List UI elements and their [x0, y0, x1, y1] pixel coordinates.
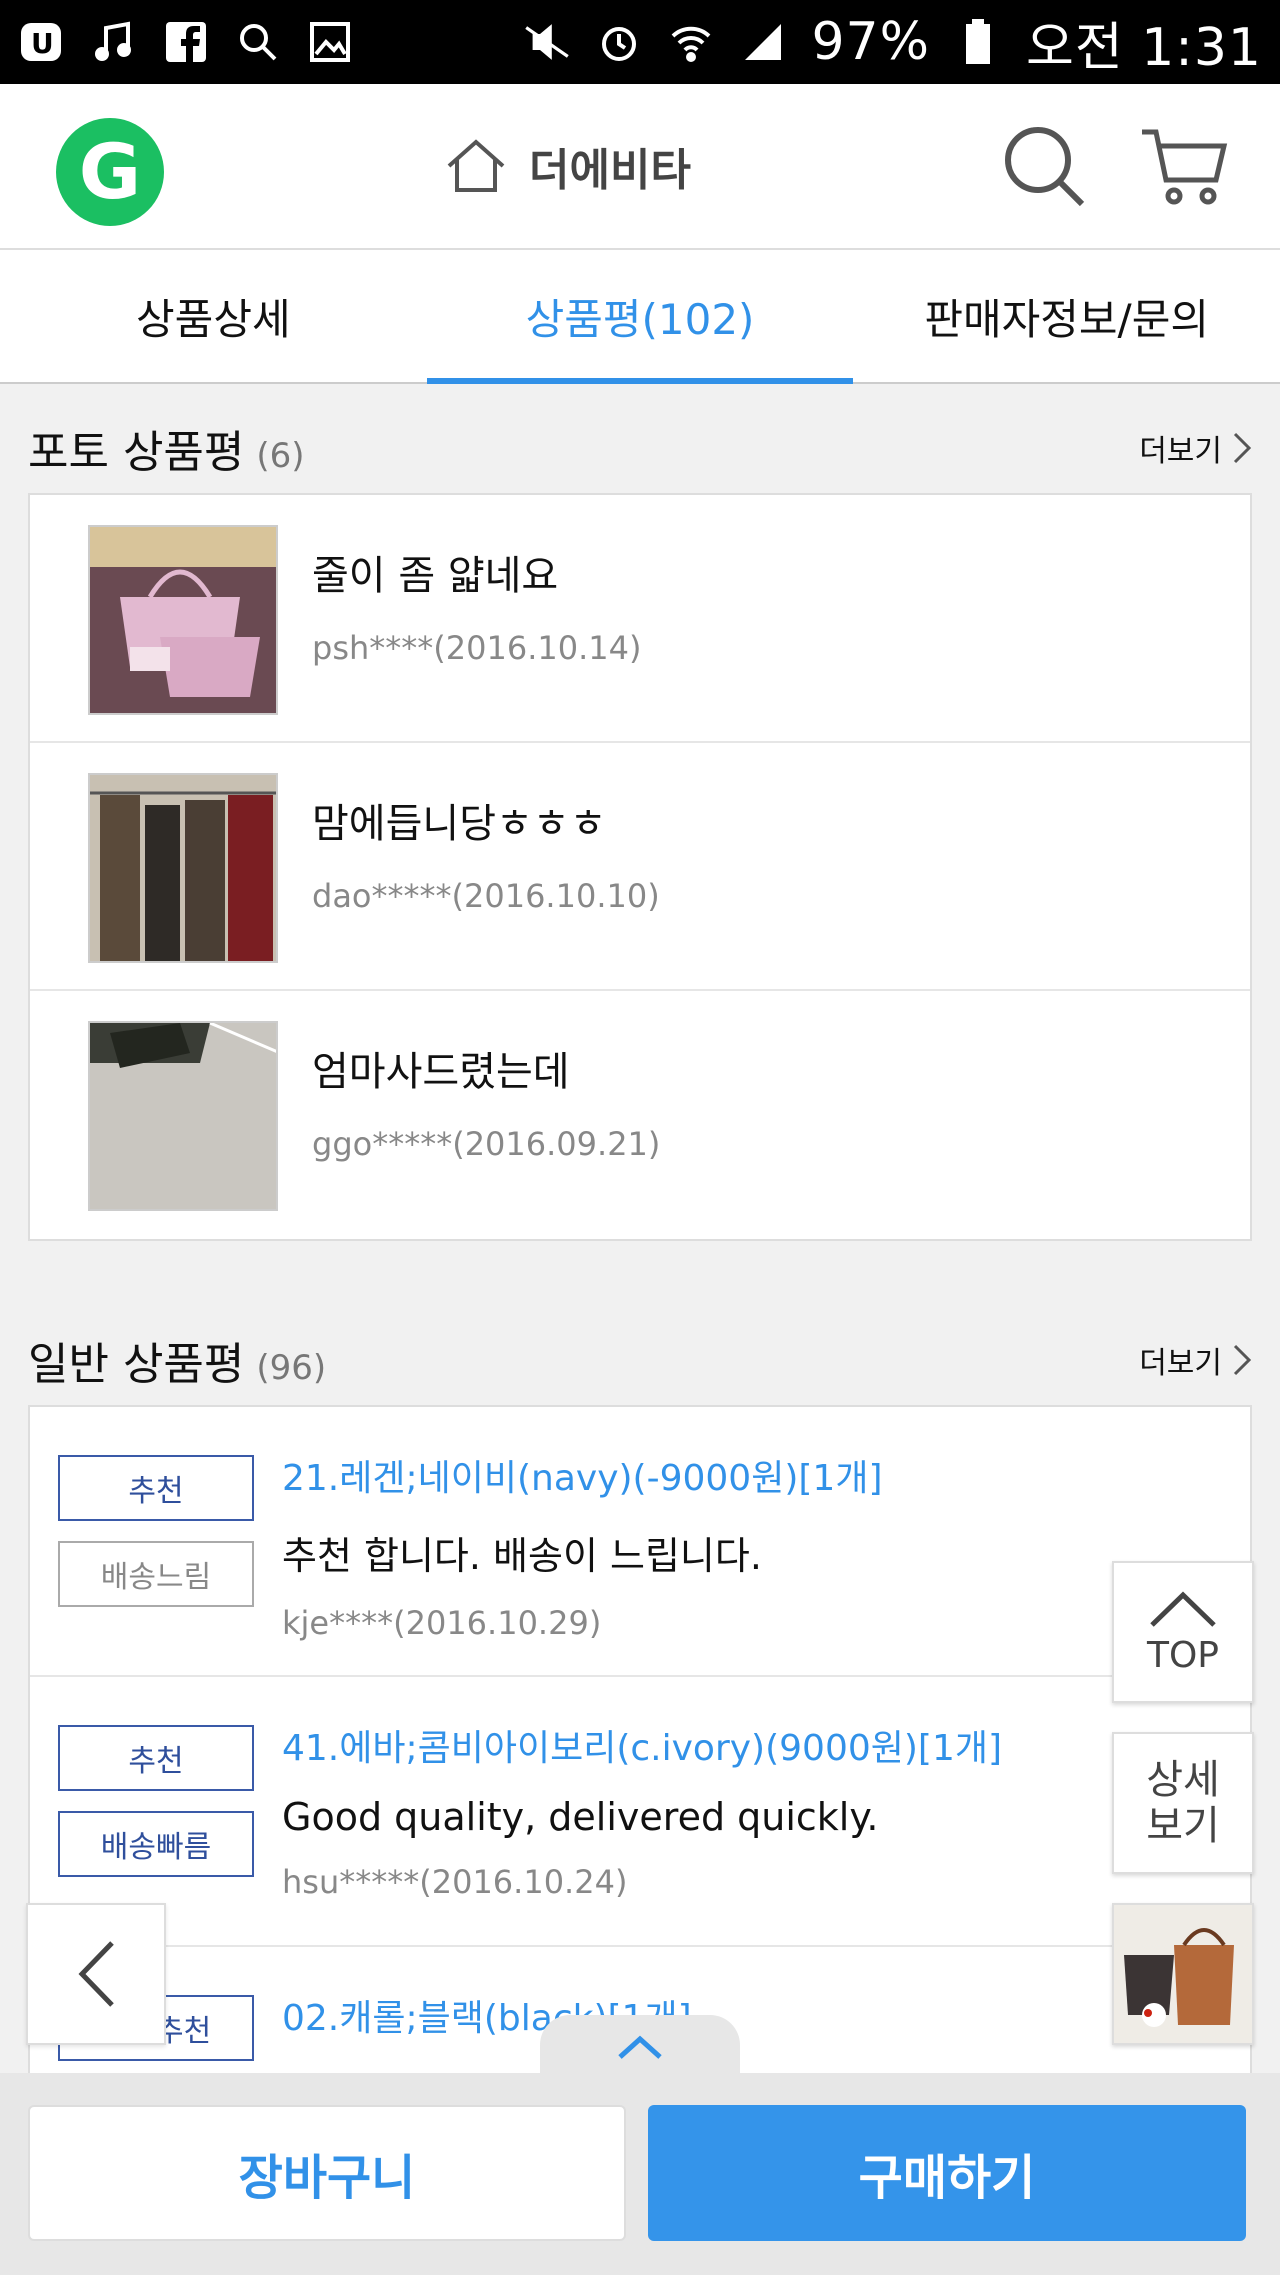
music-note-icon [90, 18, 138, 66]
review-photo-thumbnail[interactable] [88, 525, 278, 715]
facebook-icon [162, 18, 210, 66]
alarm-icon [595, 18, 643, 66]
store-name: 더에비타 [529, 145, 691, 196]
tab-product-detail[interactable]: 상품상세 [0, 250, 427, 382]
photo-review-item[interactable]: 맘에듭니당ㅎㅎㅎ dao*****(2016.10.10) [30, 743, 1250, 991]
add-to-cart-button[interactable]: 장바구니 [28, 2105, 626, 2241]
photo-review-header: 포토 상품평 (6) 더보기 [0, 398, 1280, 498]
review-title: 맘에듭니당ㅎㅎㅎ [312, 801, 607, 847]
cart-icon [1142, 129, 1228, 205]
chevron-right-icon [1233, 1344, 1252, 1376]
back-button[interactable] [26, 1903, 166, 2045]
photo-review-item[interactable]: 줄이 좀 얇네요 psh****(2016.10.14) [30, 495, 1250, 743]
chevron-left-icon [78, 1941, 114, 2007]
review-author-date: kje****(2016.10.29) [282, 1604, 602, 1642]
mute-icon [523, 18, 571, 66]
tab-seller-info[interactable]: 판매자정보/문의 [853, 250, 1280, 382]
product-thumbnail-button[interactable] [1112, 1903, 1254, 2045]
scroll-top-button[interactable]: TOP [1112, 1561, 1254, 1703]
battery-percent: 97% [811, 12, 931, 72]
search-button[interactable] [1000, 122, 1090, 212]
review-body: Good quality, delivered quickly. [282, 1795, 879, 1839]
general-review-list: 추천 배송느림 21.레겐;네이비(navy)(-9000원)[1개] 추천 합… [28, 1405, 1252, 2105]
status-bar: U 97% 오전 1:31 [0, 0, 1280, 84]
general-review-title: 일반 상품평 [28, 1339, 245, 1390]
photo-review-more-link[interactable]: 더보기 [1139, 426, 1252, 470]
delivery-tag: 배송빠름 [58, 1811, 254, 1877]
search-icon [1005, 127, 1085, 207]
general-review-count: (96) [256, 1348, 327, 1388]
review-photo-thumbnail[interactable] [88, 773, 278, 963]
review-photo-thumbnail[interactable] [88, 1021, 278, 1211]
store-home-link[interactable]: 더에비타 [445, 134, 691, 198]
app-header: G 더에비타 [0, 84, 1280, 250]
search-notification-icon [234, 18, 282, 66]
photo-review-item[interactable]: 엄마사드렸는데 ggo*****(2016.09.21) [30, 991, 1250, 1239]
review-author-date: ggo*****(2016.09.21) [312, 1125, 661, 1163]
buy-now-button[interactable]: 구매하기 [648, 2105, 1246, 2241]
review-body: 추천 합니다. 배송이 느립니다. [282, 1534, 762, 1578]
recommend-tag: 추천 [58, 1455, 254, 1521]
photo-review-list: 줄이 좀 얇네요 psh****(2016.10.14) 맘에듭니당ㅎㅎㅎ da… [28, 493, 1252, 1241]
recommend-tag: 추천 [58, 1725, 254, 1791]
review-author-date: hsu*****(2016.10.24) [282, 1863, 628, 1901]
chevron-right-icon [1233, 432, 1252, 464]
review-title: 엄마사드렸는데 [312, 1049, 570, 1095]
app-u-icon: U [18, 18, 66, 66]
general-review-item[interactable]: 추천 배송느림 21.레겐;네이비(navy)(-9000원)[1개] 추천 합… [30, 1407, 1250, 1677]
battery-icon [954, 18, 1002, 66]
product-tabs: 상품상세 상품평(102) 판매자정보/문의 [0, 250, 1280, 384]
svg-text:U: U [31, 27, 54, 60]
general-review-header: 일반 상품평 (96) 더보기 [0, 1310, 1280, 1410]
product-thumbnail [1114, 1905, 1252, 2043]
gmarket-logo[interactable]: G [56, 118, 164, 226]
photo-review-title: 포토 상품평 [28, 427, 245, 478]
cart-button[interactable] [1138, 122, 1228, 212]
review-option: 41.에바;콤비아이보리(c.ivory)(9000원)[1개] [282, 1728, 1003, 1769]
image-notification-icon [306, 18, 354, 66]
clock: 오전 1:31 [1026, 17, 1262, 78]
review-author-date: psh****(2016.10.14) [312, 629, 642, 667]
review-option: 21.레겐;네이비(navy)(-9000원)[1개] [282, 1458, 883, 1499]
review-title: 줄이 좀 얇네요 [312, 553, 559, 599]
home-icon [447, 139, 505, 192]
wifi-icon [667, 18, 715, 66]
chevron-up-icon [618, 2035, 662, 2059]
view-detail-button[interactable]: 상세 보기 [1112, 1732, 1254, 1874]
delivery-tag: 배송느림 [58, 1541, 254, 1607]
general-review-item[interactable]: 추천 배송빠름 41.에바;콤비아이보리(c.ivory)(9000원)[1개]… [30, 1677, 1250, 1947]
review-author-date: dao*****(2016.10.10) [312, 877, 660, 915]
general-review-more-link[interactable]: 더보기 [1139, 1338, 1252, 1382]
photo-review-count: (6) [256, 436, 305, 476]
chevron-up-icon [1150, 1591, 1216, 1627]
tab-reviews[interactable]: 상품평(102) [426, 250, 854, 384]
bottom-sheet-handle[interactable] [540, 2015, 740, 2079]
signal-icon [739, 18, 787, 66]
